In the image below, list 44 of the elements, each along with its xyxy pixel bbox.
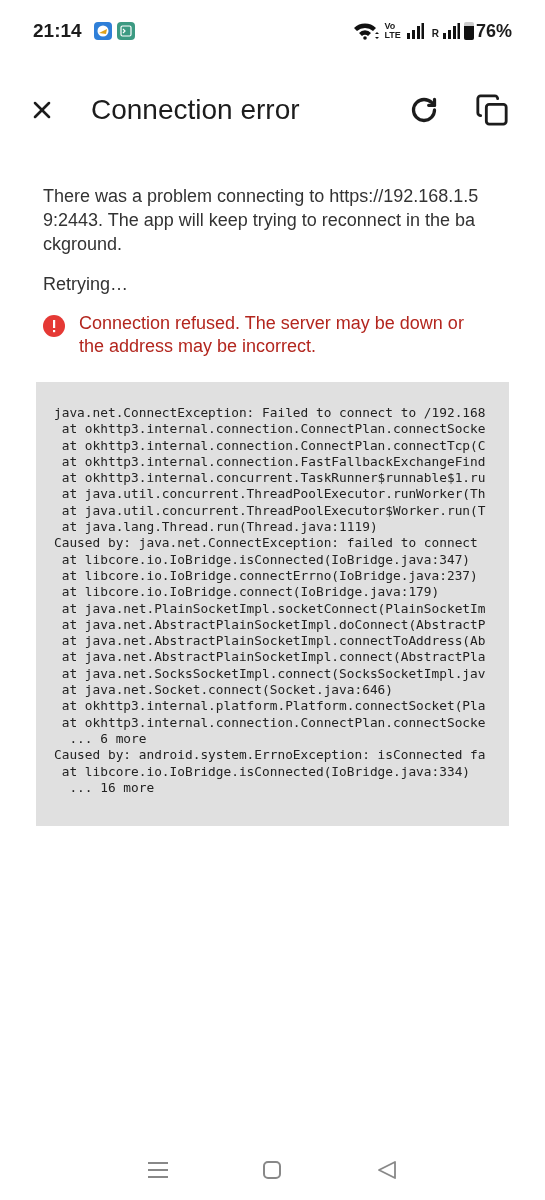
stack-trace-line: at libcore.io.IoBridge.connect(IoBridge.java:179) (60, 584, 440, 601)
signal-icon (441, 23, 460, 39)
stack-trace-line: at libcore.io.IoBridge.isConnected(IoBridge.java:347) (60, 551, 471, 568)
stack-trace-line: at java.lang.Thread.run(Thread.java:1119) (60, 519, 378, 536)
lte-label: LTE (384, 31, 401, 40)
stack-trace-line: at libcore.io.IoBridge.isConnected(IoBridge.java:334) (60, 763, 471, 780)
copy-button[interactable] (475, 93, 509, 127)
wifi-icon (353, 22, 380, 40)
stack-trace-line: at java.util.concurrent.ThreadPoolExecutor.runWorker(Th (60, 486, 486, 503)
stack-trace-line: at okhttp3.internal.connection.FastFallbackExchangeFind (60, 453, 486, 471)
back-icon[interactable] (377, 1160, 398, 1180)
stack-trace-line: at okhttp3.internal.concurrent.TaskRunner$runnable$1.ru (60, 470, 486, 487)
page-title: Connection error (91, 93, 301, 127)
stack-trace-line: ... 6 more (68, 730, 147, 748)
mail-app-icon (93, 22, 112, 40)
stack-trace-line: at java.net.SocksSocketImpl.connect(SocksSocketImpl.jav (60, 665, 486, 683)
roaming-label: R (431, 26, 439, 41)
status-time: 21:14 (33, 18, 82, 43)
home-icon[interactable] (263, 1161, 282, 1179)
error-message: Connection refused. The server may be down or the address may be incorrect. (79, 312, 465, 358)
stack-trace-line: at java.net.PlainSocketImpl.socketConnect(PlainSocketIm (60, 600, 486, 617)
stack-trace-line: at libcore.io.IoBridge.connectErrno(IoBridge.java:237) (60, 567, 478, 585)
stack-trace-line: Caused by: android.system.ErrnoException: isConnected fa (54, 747, 486, 764)
stack-trace-line: at java.net.AbstractPlainSocketImpl.connectToAddress(Ab (60, 633, 486, 650)
stack-trace-line: java.net.ConnectException: Failed to connect to /192.168 (54, 405, 486, 422)
signal-icon (405, 23, 424, 39)
stack-trace-line: at java.net.AbstractPlainSocketImpl.doConnect(AbstractP (60, 616, 486, 634)
stack-trace-line: at java.net.Socket.connect(Socket.java:646) (60, 682, 393, 699)
stack-trace-line: at okhttp3.internal.connection.ConnectPlan.connectSocke (60, 714, 486, 731)
error-description: There was a problem connecting to https://192.168.1.59:2443. The app will keep trying to reconnect in the background. (43, 185, 480, 256)
stack-trace-line: at okhttp3.internal.platform.Platform.connectSocket(Pla (60, 698, 486, 715)
error-icon (43, 315, 65, 337)
stack-trace-line: ... 16 more (68, 779, 155, 797)
menu-icon[interactable] (147, 1161, 168, 1179)
volte-label: Vo (384, 22, 397, 31)
retry-status: Retrying… (43, 273, 130, 296)
terminal-app-icon (116, 22, 135, 40)
stack-trace-line: at okhttp3.internal.connection.ConnectPlan.connectSocke (60, 421, 486, 438)
stack-trace-line: at java.net.AbstractPlainSocketImpl.connect(AbstractPla (60, 649, 486, 666)
stack-trace-line: Caused by: java.net.ConnectException: failed to connect (54, 535, 478, 552)
stack-trace-line: at okhttp3.internal.connection.ConnectPlan.connectTcp(C (60, 437, 486, 454)
battery-percent: 76% (475, 19, 512, 43)
refresh-button[interactable] (409, 95, 439, 125)
stack-trace-line: at java.util.concurrent.ThreadPoolExecutor$Worker.run(T (60, 502, 486, 520)
